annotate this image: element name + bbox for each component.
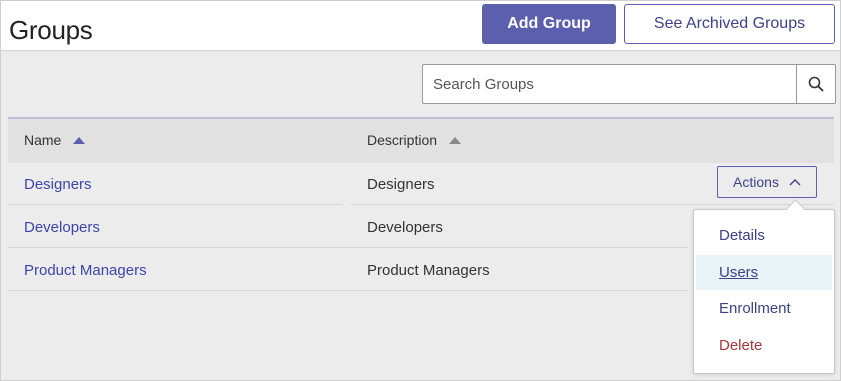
group-name-link[interactable]: Designers bbox=[24, 176, 92, 193]
groups-page: Groups Add Group See Archived Groups Nam… bbox=[0, 0, 841, 381]
group-description: Designers bbox=[367, 176, 435, 193]
group-name-link[interactable]: Developers bbox=[24, 219, 100, 236]
actions-button[interactable]: Actions bbox=[717, 166, 817, 198]
table-header: Name Description bbox=[8, 117, 834, 163]
column-label: Name bbox=[24, 132, 62, 148]
column-header-description[interactable]: Description bbox=[367, 132, 462, 148]
group-name-link[interactable]: Product Managers bbox=[24, 262, 147, 279]
table-row: Designers Designers bbox=[8, 162, 834, 205]
group-description: Developers bbox=[367, 219, 443, 236]
group-description: Product Managers bbox=[367, 262, 490, 279]
column-header-name[interactable]: Name bbox=[24, 132, 86, 148]
menu-item-details[interactable]: Details bbox=[696, 218, 832, 253]
sort-ascending-icon bbox=[449, 136, 462, 144]
sort-ascending-icon bbox=[73, 136, 86, 144]
row-divider bbox=[8, 290, 688, 291]
actions-label: Actions bbox=[733, 174, 779, 190]
chevron-up-icon bbox=[789, 178, 801, 186]
search-input[interactable] bbox=[423, 65, 783, 103]
search-button[interactable] bbox=[796, 65, 835, 103]
page-title: Groups bbox=[9, 15, 93, 45]
see-archived-groups-button[interactable]: See Archived Groups bbox=[624, 4, 835, 44]
page-header: Groups Add Group See Archived Groups bbox=[1, 1, 840, 51]
menu-item-users[interactable]: Users bbox=[696, 255, 832, 290]
column-label: Description bbox=[367, 132, 438, 148]
actions-menu: Details Users Enrollment Delete bbox=[693, 209, 835, 374]
menu-item-delete[interactable]: Delete bbox=[696, 328, 832, 363]
menu-item-enrollment[interactable]: Enrollment bbox=[696, 291, 832, 326]
add-group-button[interactable]: Add Group bbox=[482, 4, 616, 44]
search-icon bbox=[808, 76, 824, 92]
search-box bbox=[422, 64, 836, 104]
